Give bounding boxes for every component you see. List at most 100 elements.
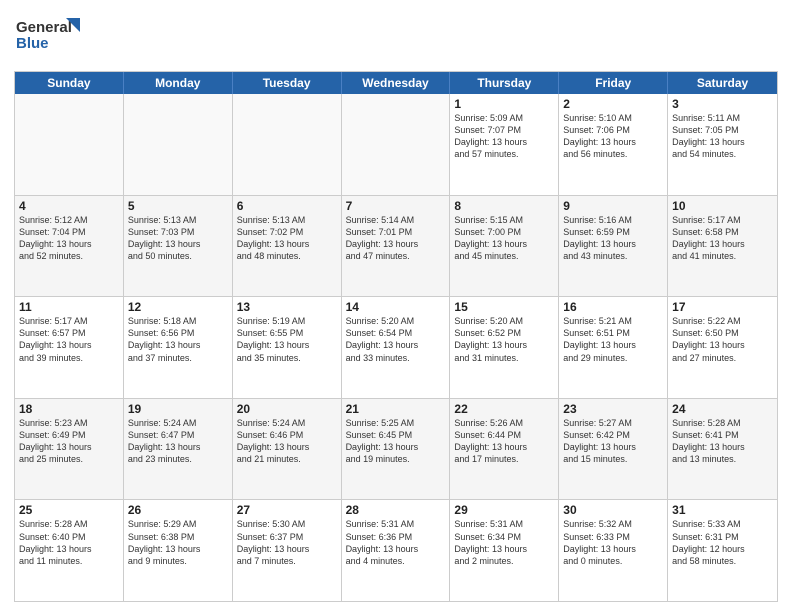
cell-info: Sunrise: 5:10 AMSunset: 7:06 PMDaylight:… — [563, 112, 663, 161]
day-number: 21 — [346, 402, 446, 416]
cal-cell: 23Sunrise: 5:27 AMSunset: 6:42 PMDayligh… — [559, 399, 668, 500]
cal-cell: 10Sunrise: 5:17 AMSunset: 6:58 PMDayligh… — [668, 196, 777, 297]
cell-info: Sunrise: 5:20 AMSunset: 6:54 PMDaylight:… — [346, 315, 446, 364]
day-number: 13 — [237, 300, 337, 314]
cell-info: Sunrise: 5:27 AMSunset: 6:42 PMDaylight:… — [563, 417, 663, 466]
cal-cell: 21Sunrise: 5:25 AMSunset: 6:45 PMDayligh… — [342, 399, 451, 500]
cell-info: Sunrise: 5:18 AMSunset: 6:56 PMDaylight:… — [128, 315, 228, 364]
header-monday: Monday — [124, 72, 233, 94]
day-number: 14 — [346, 300, 446, 314]
cal-cell — [124, 94, 233, 195]
cal-cell: 13Sunrise: 5:19 AMSunset: 6:55 PMDayligh… — [233, 297, 342, 398]
cell-info: Sunrise: 5:12 AMSunset: 7:04 PMDaylight:… — [19, 214, 119, 263]
cell-info: Sunrise: 5:16 AMSunset: 6:59 PMDaylight:… — [563, 214, 663, 263]
svg-text:Blue: Blue — [16, 35, 49, 52]
day-number: 9 — [563, 199, 663, 213]
cal-cell — [342, 94, 451, 195]
cell-info: Sunrise: 5:29 AMSunset: 6:38 PMDaylight:… — [128, 518, 228, 567]
cell-info: Sunrise: 5:09 AMSunset: 7:07 PMDaylight:… — [454, 112, 554, 161]
cal-cell: 20Sunrise: 5:24 AMSunset: 6:46 PMDayligh… — [233, 399, 342, 500]
cell-info: Sunrise: 5:31 AMSunset: 6:36 PMDaylight:… — [346, 518, 446, 567]
day-number: 7 — [346, 199, 446, 213]
day-number: 20 — [237, 402, 337, 416]
day-number: 6 — [237, 199, 337, 213]
cell-info: Sunrise: 5:14 AMSunset: 7:01 PMDaylight:… — [346, 214, 446, 263]
day-number: 8 — [454, 199, 554, 213]
logo-block: General Blue — [14, 10, 104, 65]
day-number: 15 — [454, 300, 554, 314]
cell-info: Sunrise: 5:19 AMSunset: 6:55 PMDaylight:… — [237, 315, 337, 364]
cal-cell — [15, 94, 124, 195]
day-number: 23 — [563, 402, 663, 416]
cal-cell: 28Sunrise: 5:31 AMSunset: 6:36 PMDayligh… — [342, 500, 451, 601]
cal-cell: 25Sunrise: 5:28 AMSunset: 6:40 PMDayligh… — [15, 500, 124, 601]
cal-cell: 1Sunrise: 5:09 AMSunset: 7:07 PMDaylight… — [450, 94, 559, 195]
cell-info: Sunrise: 5:25 AMSunset: 6:45 PMDaylight:… — [346, 417, 446, 466]
cal-cell: 29Sunrise: 5:31 AMSunset: 6:34 PMDayligh… — [450, 500, 559, 601]
cell-info: Sunrise: 5:17 AMSunset: 6:57 PMDaylight:… — [19, 315, 119, 364]
day-number: 25 — [19, 503, 119, 517]
cal-cell: 14Sunrise: 5:20 AMSunset: 6:54 PMDayligh… — [342, 297, 451, 398]
cal-cell: 6Sunrise: 5:13 AMSunset: 7:02 PMDaylight… — [233, 196, 342, 297]
header-wednesday: Wednesday — [342, 72, 451, 94]
cell-info: Sunrise: 5:22 AMSunset: 6:50 PMDaylight:… — [672, 315, 773, 364]
cell-info: Sunrise: 5:13 AMSunset: 7:02 PMDaylight:… — [237, 214, 337, 263]
day-number: 3 — [672, 97, 773, 111]
week-2: 4Sunrise: 5:12 AMSunset: 7:04 PMDaylight… — [15, 195, 777, 297]
day-number: 2 — [563, 97, 663, 111]
day-number: 19 — [128, 402, 228, 416]
cal-cell: 22Sunrise: 5:26 AMSunset: 6:44 PMDayligh… — [450, 399, 559, 500]
cal-cell: 11Sunrise: 5:17 AMSunset: 6:57 PMDayligh… — [15, 297, 124, 398]
logo-svg: General Blue — [14, 10, 104, 60]
cell-info: Sunrise: 5:21 AMSunset: 6:51 PMDaylight:… — [563, 315, 663, 364]
week-4: 18Sunrise: 5:23 AMSunset: 6:49 PMDayligh… — [15, 398, 777, 500]
day-number: 26 — [128, 503, 228, 517]
cal-cell: 17Sunrise: 5:22 AMSunset: 6:50 PMDayligh… — [668, 297, 777, 398]
day-number: 30 — [563, 503, 663, 517]
cal-cell: 5Sunrise: 5:13 AMSunset: 7:03 PMDaylight… — [124, 196, 233, 297]
cell-info: Sunrise: 5:17 AMSunset: 6:58 PMDaylight:… — [672, 214, 773, 263]
day-number: 12 — [128, 300, 228, 314]
cell-info: Sunrise: 5:30 AMSunset: 6:37 PMDaylight:… — [237, 518, 337, 567]
logo: General Blue — [14, 10, 104, 65]
cal-cell: 16Sunrise: 5:21 AMSunset: 6:51 PMDayligh… — [559, 297, 668, 398]
day-number: 4 — [19, 199, 119, 213]
cal-cell: 12Sunrise: 5:18 AMSunset: 6:56 PMDayligh… — [124, 297, 233, 398]
cell-info: Sunrise: 5:23 AMSunset: 6:49 PMDaylight:… — [19, 417, 119, 466]
svg-text:General: General — [16, 19, 72, 36]
day-number: 24 — [672, 402, 773, 416]
header-tuesday: Tuesday — [233, 72, 342, 94]
calendar-header: SundayMondayTuesdayWednesdayThursdayFrid… — [15, 72, 777, 94]
week-5: 25Sunrise: 5:28 AMSunset: 6:40 PMDayligh… — [15, 499, 777, 601]
cal-cell: 19Sunrise: 5:24 AMSunset: 6:47 PMDayligh… — [124, 399, 233, 500]
header: General Blue — [14, 10, 778, 65]
cal-cell: 27Sunrise: 5:30 AMSunset: 6:37 PMDayligh… — [233, 500, 342, 601]
day-number: 11 — [19, 300, 119, 314]
cell-info: Sunrise: 5:24 AMSunset: 6:47 PMDaylight:… — [128, 417, 228, 466]
day-number: 1 — [454, 97, 554, 111]
cell-info: Sunrise: 5:11 AMSunset: 7:05 PMDaylight:… — [672, 112, 773, 161]
cal-cell: 26Sunrise: 5:29 AMSunset: 6:38 PMDayligh… — [124, 500, 233, 601]
cell-info: Sunrise: 5:33 AMSunset: 6:31 PMDaylight:… — [672, 518, 773, 567]
cal-cell: 7Sunrise: 5:14 AMSunset: 7:01 PMDaylight… — [342, 196, 451, 297]
cell-info: Sunrise: 5:24 AMSunset: 6:46 PMDaylight:… — [237, 417, 337, 466]
cell-info: Sunrise: 5:31 AMSunset: 6:34 PMDaylight:… — [454, 518, 554, 567]
cal-cell: 18Sunrise: 5:23 AMSunset: 6:49 PMDayligh… — [15, 399, 124, 500]
day-number: 31 — [672, 503, 773, 517]
cell-info: Sunrise: 5:15 AMSunset: 7:00 PMDaylight:… — [454, 214, 554, 263]
cal-cell — [233, 94, 342, 195]
week-3: 11Sunrise: 5:17 AMSunset: 6:57 PMDayligh… — [15, 296, 777, 398]
week-1: 1Sunrise: 5:09 AMSunset: 7:07 PMDaylight… — [15, 94, 777, 195]
cell-info: Sunrise: 5:13 AMSunset: 7:03 PMDaylight:… — [128, 214, 228, 263]
cal-cell: 8Sunrise: 5:15 AMSunset: 7:00 PMDaylight… — [450, 196, 559, 297]
day-number: 17 — [672, 300, 773, 314]
cal-cell: 30Sunrise: 5:32 AMSunset: 6:33 PMDayligh… — [559, 500, 668, 601]
cal-cell: 24Sunrise: 5:28 AMSunset: 6:41 PMDayligh… — [668, 399, 777, 500]
cal-cell: 15Sunrise: 5:20 AMSunset: 6:52 PMDayligh… — [450, 297, 559, 398]
cell-info: Sunrise: 5:32 AMSunset: 6:33 PMDaylight:… — [563, 518, 663, 567]
day-number: 10 — [672, 199, 773, 213]
cal-cell: 3Sunrise: 5:11 AMSunset: 7:05 PMDaylight… — [668, 94, 777, 195]
day-number: 16 — [563, 300, 663, 314]
day-number: 27 — [237, 503, 337, 517]
day-number: 18 — [19, 402, 119, 416]
